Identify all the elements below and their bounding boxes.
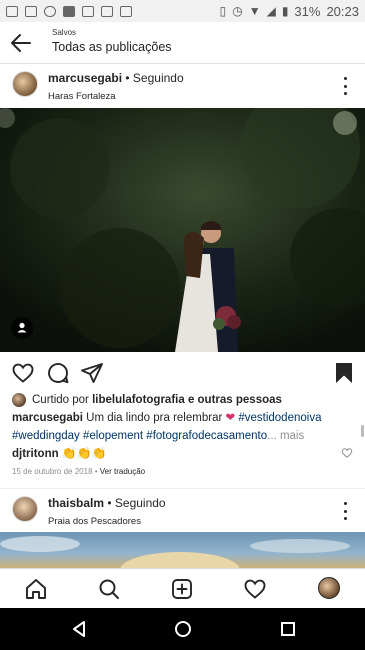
laptop-icon [82, 5, 94, 17]
username[interactable]: thaisbalm [48, 496, 104, 510]
image-icon [120, 5, 132, 17]
separator: • [122, 71, 133, 85]
search-icon[interactable] [97, 577, 121, 601]
caption-line: #weddingday #elopement #fotografodecasam… [12, 428, 347, 446]
battery-icon: ▮ [281, 4, 289, 18]
comment-icon[interactable] [46, 361, 70, 385]
wifi-icon: ▼ [248, 4, 261, 18]
avatar[interactable] [12, 71, 38, 97]
header-subtitle: Salvos [52, 28, 77, 37]
cloud-icon [44, 5, 56, 17]
vibrate-icon: ▯ [219, 4, 227, 18]
avatar[interactable] [318, 577, 340, 599]
translate-link[interactable]: Ver tradução [100, 467, 145, 476]
caption-author[interactable]: marcusegabi [12, 412, 83, 424]
image-icon [25, 5, 37, 17]
back-triangle-icon[interactable] [70, 620, 88, 638]
heart-icon[interactable] [243, 577, 267, 601]
signal-icon: ◢ [266, 4, 276, 18]
follow-status[interactable]: Seguindo [115, 496, 166, 510]
heart-icon[interactable] [11, 361, 35, 385]
separator: • [104, 496, 115, 510]
caption-line: marcusegabi Um dia lindo pra relembrar ❤… [12, 410, 347, 428]
plus-square-icon[interactable] [170, 577, 194, 601]
arrow-left-icon[interactable] [8, 30, 34, 56]
location-icon [101, 5, 113, 17]
paper-plane-icon[interactable] [80, 361, 104, 385]
post-photo[interactable] [0, 532, 365, 568]
app-header: Salvos Todas as publicações [0, 22, 365, 64]
battery-level: 31% [294, 3, 321, 19]
post-author[interactable]: marcusegabi • Seguindo [48, 71, 184, 85]
clap-emoji: 👏👏👏 [61, 446, 107, 460]
likes-summary[interactable]: Curtido por libelulafotografia e outras … [12, 393, 282, 407]
bottom-navigation [0, 568, 365, 608]
comment-like-heart-icon[interactable] [341, 447, 353, 459]
notification-icons [6, 5, 132, 17]
more-link[interactable]: mais [280, 430, 304, 442]
comment-author[interactable]: djtritonn [12, 448, 59, 460]
post-header: thaisbalm • Seguindo Praia dos Pescadore… [0, 488, 365, 532]
app-icon [63, 5, 75, 17]
post-photo[interactable] [0, 108, 365, 352]
post-author[interactable]: thaisbalm • Seguindo [48, 496, 166, 510]
hashtag[interactable]: #vestidodenoiva [238, 412, 321, 424]
beach-photo [0, 536, 350, 568]
home-circle-icon[interactable] [174, 620, 192, 638]
likes-text: Curtido por libelulafotografia e outras … [32, 394, 282, 406]
username[interactable]: marcusegabi [48, 71, 122, 85]
wedding-photo [0, 108, 365, 352]
post-actions [0, 356, 365, 388]
system-icons: ▯ ◷ ▼ ◢ ▮ 31% 20:23 [220, 4, 359, 19]
hashtag[interactable]: #fotografodecasamento [146, 430, 267, 442]
post-meta: 15 de outubro de 2018 • Ver tradução [12, 467, 146, 476]
comment-line: djtritonn 👏👏👏 [12, 445, 347, 464]
follow-status[interactable]: Seguindo [133, 71, 184, 85]
mail-icon [6, 5, 18, 17]
scrollbar[interactable] [361, 425, 364, 437]
liker-avatar [12, 393, 26, 407]
post-header: marcusegabi • Seguindo Haras Fortaleza [0, 64, 365, 108]
more-options-icon[interactable] [339, 77, 351, 95]
home-icon[interactable] [24, 577, 48, 601]
user-icon [17, 322, 27, 333]
post-caption: marcusegabi Um dia lindo pra relembrar ❤… [12, 410, 347, 464]
heart-emoji: ❤ [225, 412, 236, 424]
liked-by-others[interactable]: e outras pessoas [185, 394, 282, 406]
hashtag[interactable]: #elopement [83, 430, 143, 442]
system-navigation-bar [0, 608, 365, 650]
post-location[interactable]: Haras Fortaleza [48, 91, 116, 102]
liker-username[interactable]: libelulafotografia [92, 394, 185, 406]
tagged-users-button[interactable] [11, 317, 33, 339]
more-options-icon[interactable] [339, 502, 351, 520]
status-bar: ▯ ◷ ▼ ◢ ▮ 31% 20:23 [0, 0, 365, 22]
page-title: Todas as publicações [52, 40, 172, 54]
avatar[interactable] [12, 496, 38, 522]
bookmark-filled-icon[interactable] [332, 361, 356, 385]
post-location[interactable]: Praia dos Pescadores [48, 516, 141, 527]
clock: 20:23 [326, 3, 359, 19]
hashtag[interactable]: #weddingday [12, 430, 80, 442]
recents-square-icon[interactable] [279, 620, 297, 638]
caption-text: Um dia lindo pra relembrar [86, 412, 223, 424]
alarm-icon: ◷ [232, 4, 243, 18]
ellipsis: ... [267, 429, 277, 442]
post-date: 15 de outubro de 2018 [12, 467, 93, 476]
